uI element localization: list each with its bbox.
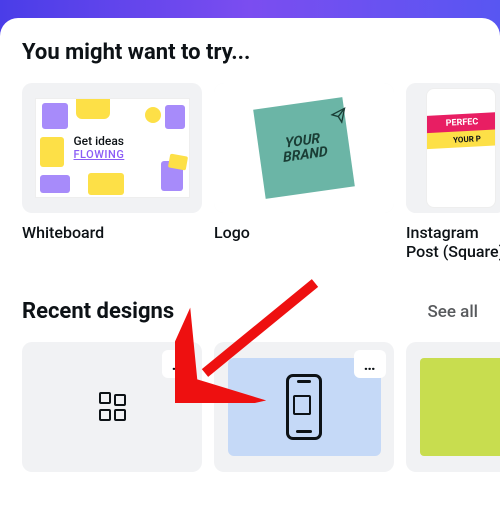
recent-design-1[interactable]: … <box>22 342 202 472</box>
recent-header: Recent designs See all <box>22 299 500 324</box>
instagram-thumbnail: PERFEC YOUR P <box>406 83 500 213</box>
whiteboard-label: Whiteboard <box>22 223 202 242</box>
more-options-button[interactable]: … <box>162 350 194 378</box>
grid-icon <box>99 394 126 421</box>
more-options-button[interactable]: … <box>354 350 386 378</box>
main-card: You might want to try... Get ideas FLOWI <box>0 18 500 530</box>
wb-text-2: FLOWING <box>74 148 125 161</box>
recent-title: Recent designs <box>22 299 174 324</box>
recent-lime-preview: ✕ <box>420 358 500 456</box>
whiteboard-thumbnail: Get ideas FLOWING <box>22 83 202 213</box>
template-whiteboard[interactable]: Get ideas FLOWING Whiteboard <box>22 83 202 261</box>
see-all-link[interactable]: See all <box>427 302 478 322</box>
wb-text-1: Get ideas <box>74 134 124 148</box>
phone-icon <box>286 374 322 440</box>
recent-design-2[interactable]: … <box>214 342 394 472</box>
recent-design-3[interactable]: ✕ <box>406 342 500 472</box>
ig-banner-2: YOUR P <box>426 129 496 150</box>
instagram-label: Instagram Post (Square) <box>406 223 500 261</box>
try-row: Get ideas FLOWING Whiteboard YOUR BRAND <box>22 83 500 261</box>
template-instagram[interactable]: PERFEC YOUR P Instagram Post (Square) <box>406 83 500 261</box>
paper-plane-icon <box>330 107 349 129</box>
try-section-title: You might want to try... <box>22 40 500 65</box>
logo-label: Logo <box>214 223 394 242</box>
template-logo[interactable]: YOUR BRAND Logo <box>214 83 394 261</box>
logo-thumbnail: YOUR BRAND <box>214 83 394 213</box>
recent-row: … … ✕ <box>22 342 500 472</box>
stack-icon <box>297 399 311 415</box>
